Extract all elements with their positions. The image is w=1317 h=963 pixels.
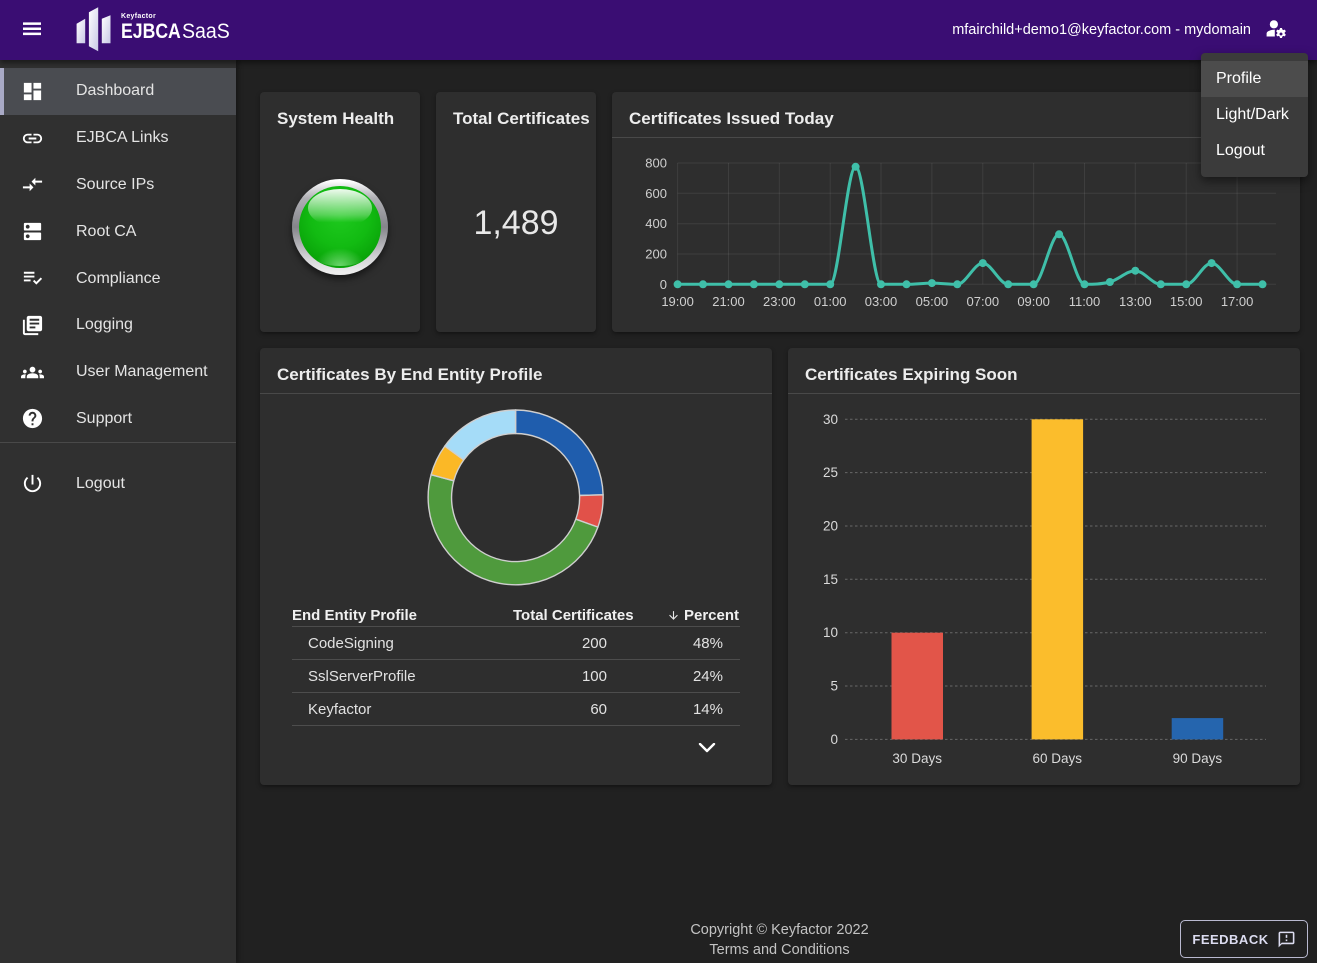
svg-text:10: 10	[823, 625, 838, 640]
svg-text:19:00: 19:00	[661, 294, 694, 309]
svg-text:07:00: 07:00	[967, 294, 1000, 309]
svg-text:15: 15	[823, 572, 838, 587]
svg-text:0: 0	[830, 732, 838, 747]
svg-text:30 Days: 30 Days	[892, 751, 942, 766]
svg-text:21:00: 21:00	[712, 294, 745, 309]
svg-text:17:00: 17:00	[1221, 294, 1254, 309]
svg-text:15:00: 15:00	[1170, 294, 1203, 309]
svg-text:90 Days: 90 Days	[1173, 751, 1223, 766]
svg-text:0: 0	[660, 277, 667, 292]
svg-text:05:00: 05:00	[916, 294, 949, 309]
svg-text:13:00: 13:00	[1119, 294, 1152, 309]
svg-text:01:00: 01:00	[814, 294, 847, 309]
svg-text:30: 30	[823, 412, 838, 427]
svg-text:800: 800	[645, 156, 667, 171]
svg-text:09:00: 09:00	[1017, 294, 1050, 309]
svg-text:60 Days: 60 Days	[1033, 751, 1083, 766]
svg-text:25: 25	[823, 465, 838, 480]
svg-text:03:00: 03:00	[865, 294, 898, 309]
svg-text:400: 400	[645, 216, 667, 231]
svg-text:20: 20	[823, 519, 838, 534]
svg-text:23:00: 23:00	[763, 294, 796, 309]
svg-text:11:00: 11:00	[1069, 294, 1101, 309]
svg-text:600: 600	[645, 186, 667, 201]
svg-text:200: 200	[645, 247, 667, 262]
svg-text:5: 5	[830, 679, 838, 694]
